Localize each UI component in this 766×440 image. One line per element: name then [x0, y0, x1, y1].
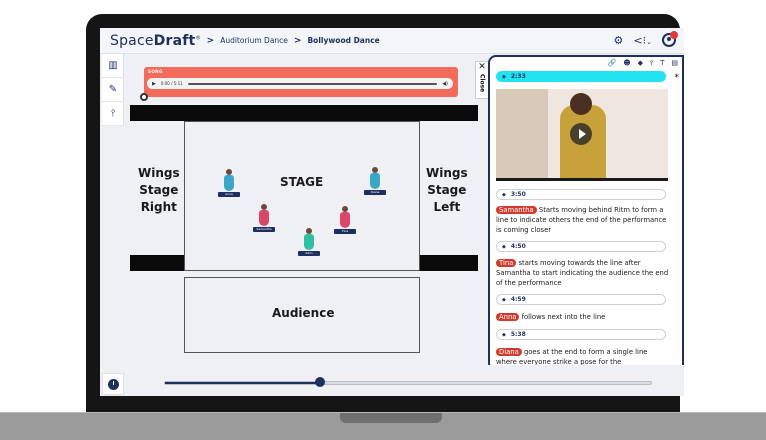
- time-chip[interactable]: ◆ 4:59: [496, 294, 666, 305]
- dancer-diana[interactable]: Diana: [364, 167, 386, 197]
- wings-stage-left-label: Wings Stage Left: [426, 166, 468, 214]
- wings-stage-right-label: Wings Stage Right: [138, 166, 180, 214]
- close-label: Close: [478, 74, 486, 93]
- dancer-samantha[interactable]: Samantha: [253, 204, 275, 234]
- close-icon[interactable]: ✕: [478, 62, 486, 73]
- dancer-ritm[interactable]: Ritm: [298, 228, 320, 258]
- map-icon[interactable]: ▥: [102, 54, 124, 78]
- table-icon[interactable]: ▤: [671, 59, 678, 68]
- breadcrumb-separator: >: [293, 35, 302, 46]
- panel-toolbar: 🔗 ☻ ◆ ⫯ T ▤: [608, 59, 678, 68]
- stage-right-edge: [130, 255, 184, 271]
- audio-player: ▶ 0:00 / 5:11 ◀): [147, 78, 453, 89]
- diamond-icon: ◆: [502, 331, 506, 338]
- diamond-icon: ◆: [502, 73, 506, 80]
- audio-player-box: SONG ▶ 0:00 / 5:11 ◀): [144, 67, 458, 97]
- audio-label: SONG: [148, 69, 163, 74]
- diamond-icon[interactable]: ◆: [638, 59, 643, 68]
- time-chip[interactable]: ◆ 5:38: [496, 329, 666, 340]
- audio-time: 0:00 / 5:11: [160, 81, 183, 86]
- pencil-icon[interactable]: ✎: [102, 78, 124, 102]
- laptop-notch: [340, 413, 442, 423]
- note-entry: Diana goes at the end to form a single l…: [496, 348, 648, 366]
- close-panel-tab[interactable]: ✕ Close: [475, 61, 489, 99]
- video-background: [496, 89, 548, 178]
- stage-left-edge: [420, 255, 478, 271]
- clock-icon: [107, 378, 119, 390]
- pin-icon[interactable]: ⫯: [102, 102, 124, 126]
- video-play-icon[interactable]: [570, 123, 592, 145]
- toolbar-right: ⚙ <⁝⌄: [614, 31, 678, 47]
- play-icon[interactable]: ▶: [152, 81, 156, 87]
- pin-icon[interactable]: ⫯: [650, 59, 653, 68]
- stage-canvas[interactable]: SONG ▶ 0:00 / 5:11 ◀) STAGE Wings Stage Ri…: [124, 55, 488, 365]
- timeline-slider-fill: [165, 382, 321, 384]
- left-toolbar: ▥ ✎ ⫯: [102, 54, 124, 126]
- dancer-name-pill: Samantha: [496, 206, 537, 214]
- stage-back-wall: [130, 105, 478, 121]
- time-chip-active[interactable]: ◆ 2:33: [496, 71, 666, 82]
- note-entry: Anna follows next into the line: [496, 312, 670, 322]
- laptop-bezel-bottom: [86, 396, 680, 412]
- note-entry: Tina starts moving towards the line afte…: [496, 259, 669, 287]
- user-avatar-icon[interactable]: [662, 31, 678, 47]
- diamond-icon: ◆: [502, 191, 506, 198]
- audience-label: Audience: [272, 306, 335, 320]
- time-chip[interactable]: ◆ 3:50: [496, 189, 666, 200]
- breadcrumb-separator: >: [206, 35, 215, 46]
- share-icon[interactable]: <⁝⌄: [633, 34, 652, 47]
- note-entry: Samantha Starts moving behind Ritm to fo…: [496, 206, 667, 234]
- asterisk-marker: *: [674, 73, 680, 83]
- audio-drag-handle[interactable]: [140, 93, 148, 101]
- laptop-base: [0, 412, 766, 440]
- dancer-tina[interactable]: Tina: [334, 206, 356, 236]
- gear-icon[interactable]: ⚙: [614, 34, 624, 47]
- diamond-icon: ◆: [502, 243, 506, 250]
- volume-icon[interactable]: ◀): [442, 81, 448, 87]
- stage-label: STAGE: [280, 175, 324, 189]
- notes-panel: 🔗 ☻ ◆ ⫯ T ▤ ◆ 2:33 * ◆ 3:50 Samantha Start…: [488, 55, 684, 371]
- top-bar: SpaceDraft® > Auditorium Dance > Bollywo…: [100, 28, 684, 54]
- audio-progress-track[interactable]: [187, 82, 438, 85]
- emoji-icon[interactable]: ☻: [623, 59, 630, 68]
- video-dancer-head: [570, 93, 592, 115]
- notification-dot: [670, 31, 678, 39]
- dancer-anna[interactable]: Anna: [218, 169, 240, 199]
- video-player[interactable]: [496, 89, 668, 181]
- dancer-name-pill: Anna: [496, 313, 520, 321]
- breadcrumb-item-auditorium[interactable]: Auditorium Dance: [220, 36, 288, 45]
- dancer-name-pill: Tina: [496, 259, 517, 267]
- link-icon[interactable]: 🔗: [608, 59, 617, 68]
- app-screen: SpaceDraft® > Auditorium Dance > Bollywo…: [100, 28, 684, 396]
- timeline-button[interactable]: [102, 373, 124, 395]
- diamond-icon: ◆: [502, 296, 506, 303]
- app-logo[interactable]: SpaceDraft®: [110, 33, 201, 49]
- timeline-slider-track[interactable]: [164, 381, 652, 385]
- breadcrumb-item-current: Bollywood Dance: [307, 36, 380, 45]
- time-chip[interactable]: ◆ 4:50: [496, 241, 666, 252]
- text-icon[interactable]: T: [660, 59, 664, 68]
- dancer-name-pill: Diana: [496, 348, 522, 356]
